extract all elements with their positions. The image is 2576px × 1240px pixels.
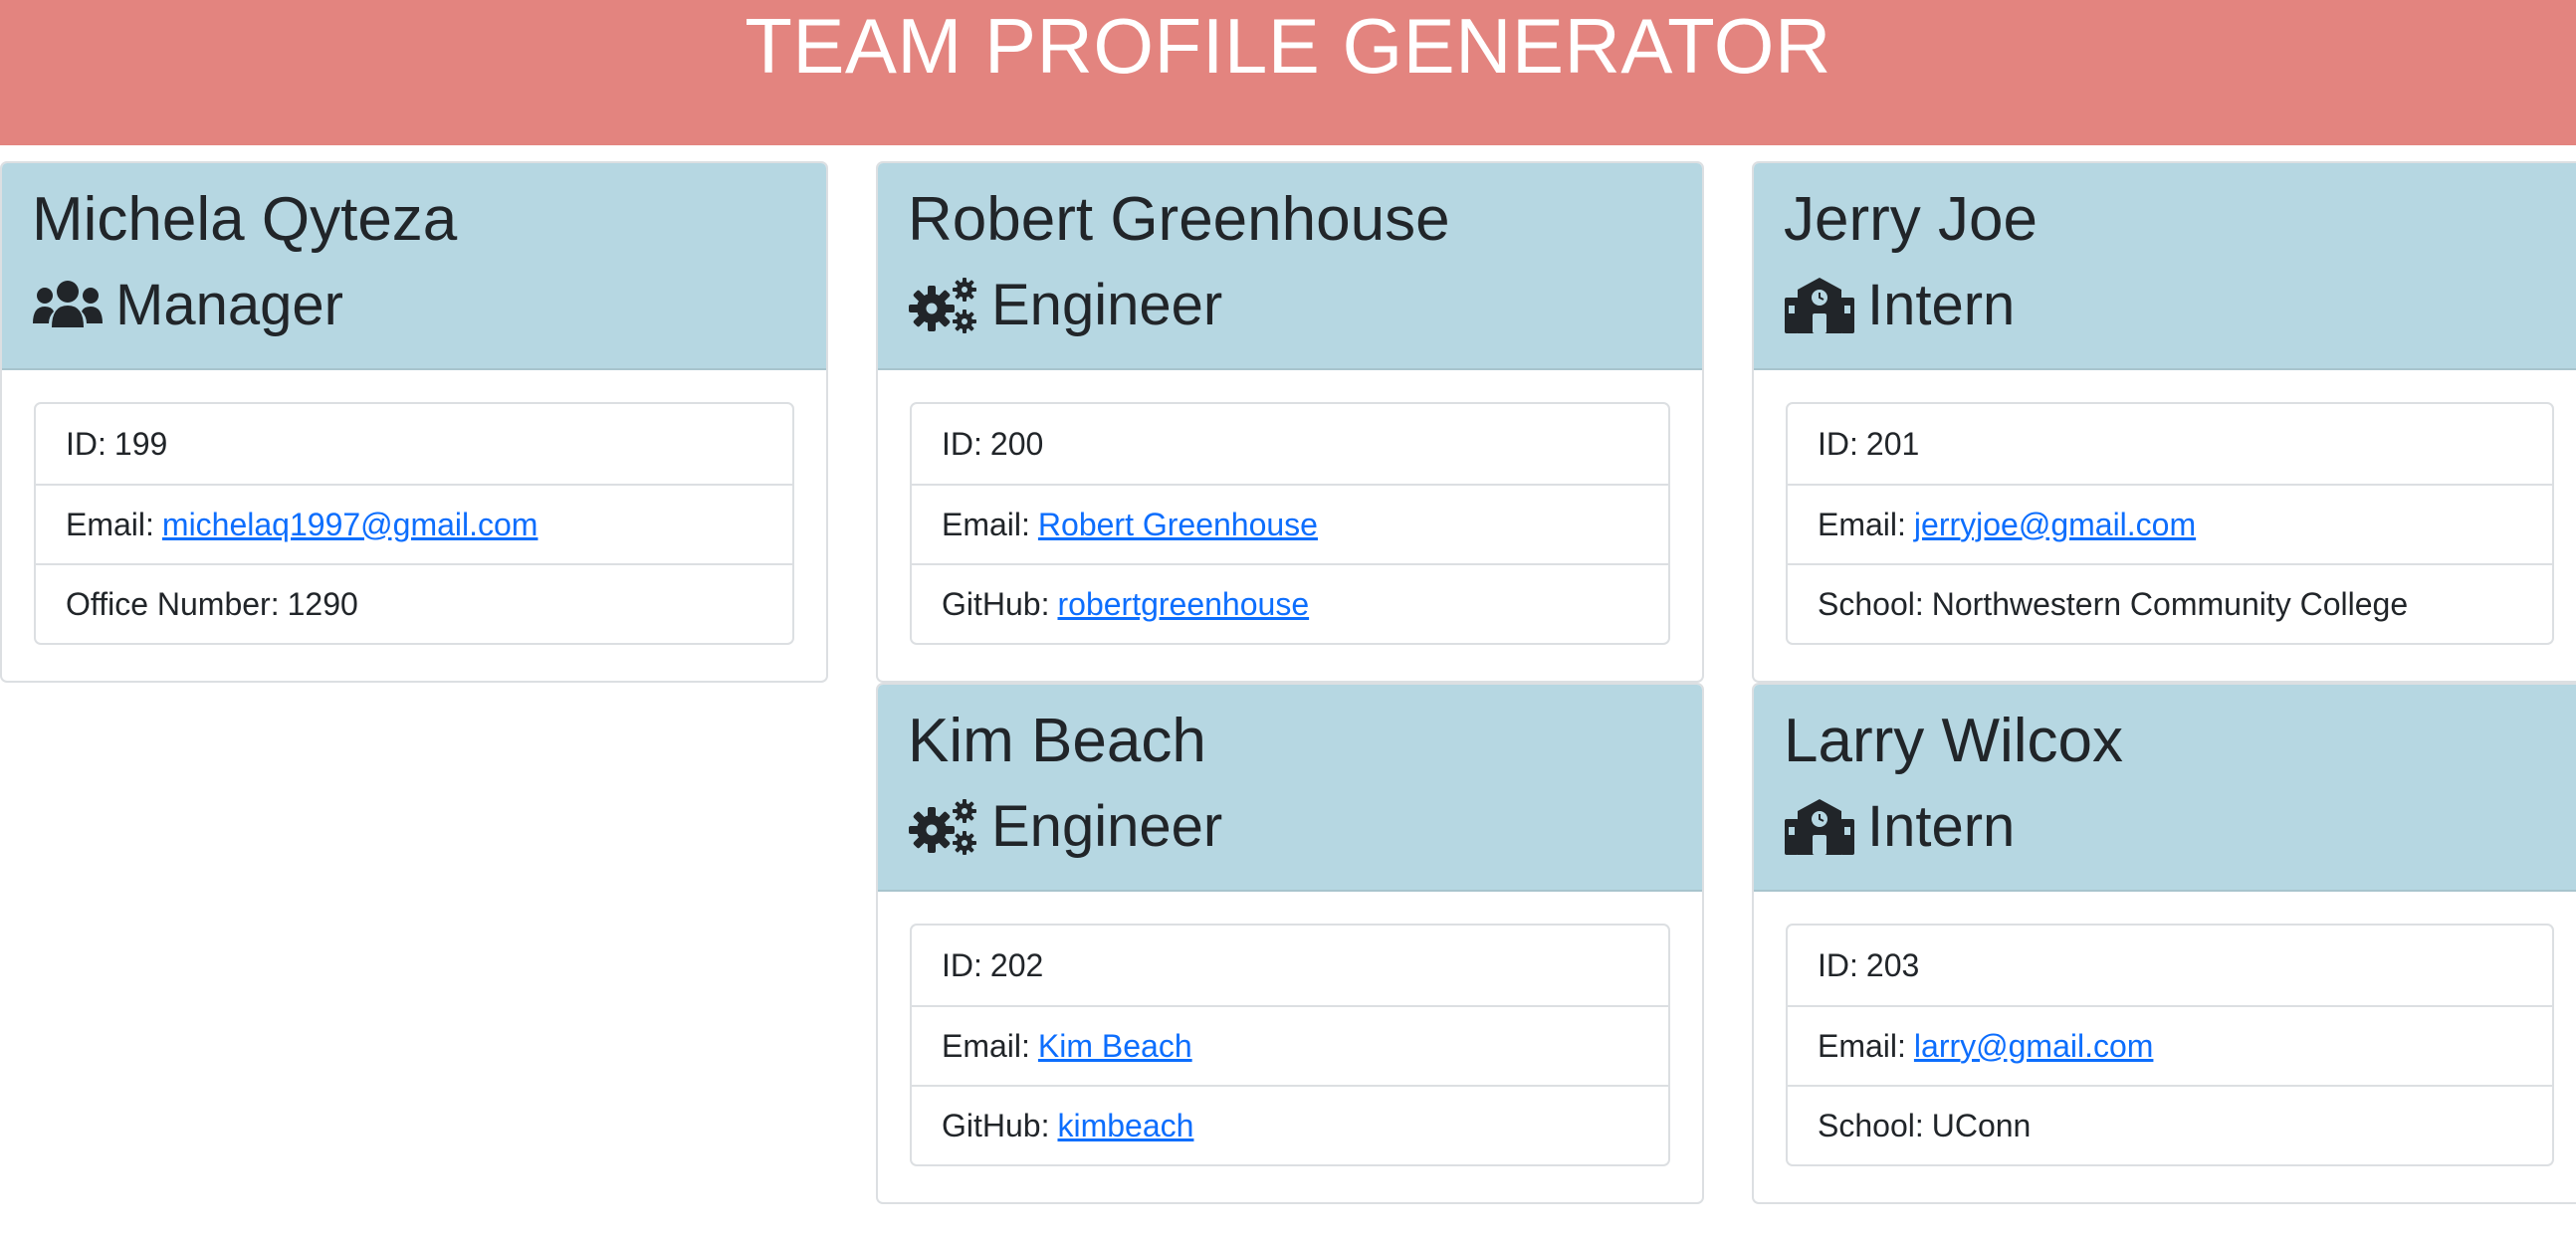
list-item-email: Email: jerryjoe@gmail.com bbox=[1788, 484, 2552, 563]
cogs-icon bbox=[908, 797, 979, 857]
role-label: Intern bbox=[1867, 273, 2016, 337]
list-item-github: GitHub: kimbeach bbox=[912, 1085, 1668, 1164]
card-body: ID: 203 Email: larry@gmail.com School: UCon… bbox=[1754, 892, 2576, 1198]
info-list: ID: 203 Email: larry@gmail.com School: UCon… bbox=[1786, 924, 2554, 1166]
card-body: ID: 199 Email: michelaq1997@gmail.com Offi… bbox=[2, 370, 826, 677]
email-link[interactable]: Robert Greenhouse bbox=[1038, 507, 1318, 543]
employee-name: Jerry Joe bbox=[1784, 185, 2038, 254]
employee-name: Kim Beach bbox=[908, 707, 1206, 775]
list-item-office-number: Office Number: 1290 bbox=[36, 563, 792, 643]
page-title: TEAM PROFILE GENERATOR bbox=[745, 2, 1831, 90]
list-item-id: ID: 199 bbox=[66, 425, 168, 462]
list-item-id: ID: 203 bbox=[1818, 946, 1920, 983]
info-list: ID: 199 Email: michelaq1997@gmail.com Offi… bbox=[34, 402, 794, 645]
github-link[interactable]: robertgreenhouse bbox=[1057, 586, 1309, 623]
employee-name: Larry Wilcox bbox=[1784, 707, 2124, 775]
list-item-email: Email: Robert Greenhouse bbox=[912, 484, 1668, 563]
list-item-email: Email: Kim Beach bbox=[912, 1005, 1668, 1085]
email-link[interactable]: jerryjoe@gmail.com bbox=[1914, 507, 2196, 543]
card-header: Kim Beach Engineer bbox=[878, 685, 1702, 892]
card-body: ID: 202 Email: Kim Beach GitHub: kimbeach bbox=[878, 892, 1702, 1198]
card-body: ID: 201 Email: jerryjoe@gmail.com School: N… bbox=[1754, 370, 2576, 677]
role-label: Manager bbox=[115, 273, 343, 337]
email-link[interactable]: larry@gmail.com bbox=[1914, 1028, 2154, 1065]
page-header: TEAM PROFILE GENERATOR bbox=[0, 0, 2576, 145]
employee-role: Intern bbox=[1784, 790, 2556, 864]
info-list: ID: 202 Email: Kim Beach GitHub: kimbeach bbox=[910, 924, 1670, 1166]
info-list: ID: 200 Email: Robert Greenhouse GitHub: ro… bbox=[910, 402, 1670, 645]
employee-role: Intern bbox=[1784, 269, 2556, 342]
employee-role: Manager bbox=[32, 269, 796, 342]
employee-role: Engineer bbox=[908, 790, 1672, 864]
role-label: Intern bbox=[1867, 794, 2016, 859]
email-link[interactable]: michelaq1997@gmail.com bbox=[162, 507, 538, 543]
list-item-github: GitHub: robertgreenhouse bbox=[912, 563, 1668, 643]
list-item-school: School: UConn bbox=[1788, 1085, 2552, 1164]
employee-name: Robert Greenhouse bbox=[908, 185, 1450, 254]
users-icon bbox=[32, 276, 104, 335]
employee-card-manager: Michela Qyteza Manager ID:199 Email:mi bbox=[0, 161, 828, 683]
list-item-id: ID: 202 bbox=[942, 946, 1044, 983]
card-header: Robert Greenhouse Engineer bbox=[878, 163, 1702, 370]
card-header: Michela Qyteza Manager bbox=[2, 163, 826, 370]
list-item-id: ID: 201 bbox=[1818, 425, 1920, 462]
info-list: ID: 201 Email: jerryjoe@gmail.com School: N… bbox=[1786, 402, 2554, 645]
role-label: Engineer bbox=[991, 273, 1223, 337]
employee-card-engineer: Kim Beach Engineer ID: 202 Email: Kim Be… bbox=[876, 683, 1704, 1204]
card-body: ID: 200 Email: Robert Greenhouse GitHub: ro… bbox=[878, 370, 1702, 677]
card-header: Jerry Joe Intern bbox=[1754, 163, 2576, 370]
employee-card-intern: Jerry Joe Intern ID: 201 Email: jerryjoe… bbox=[1752, 161, 2576, 683]
list-item-id: ID: 200 bbox=[942, 425, 1044, 462]
cogs-icon bbox=[908, 276, 979, 335]
email-link[interactable]: Kim Beach bbox=[1038, 1028, 1192, 1065]
employee-card-intern: Larry Wilcox Intern ID: 203 Email: larry… bbox=[1752, 683, 2576, 1204]
list-item-email: Email: michelaq1997@gmail.com bbox=[36, 484, 792, 563]
school-icon bbox=[1784, 797, 1855, 857]
card-header: Larry Wilcox Intern bbox=[1754, 685, 2576, 892]
list-item-school: School: Northwestern Community College bbox=[1788, 563, 2552, 643]
employee-card-engineer: Robert Greenhouse Engineer ID: 200 Email… bbox=[876, 161, 1704, 683]
github-link[interactable]: kimbeach bbox=[1057, 1108, 1193, 1144]
role-label: Engineer bbox=[991, 794, 1223, 859]
list-item-email: Email: larry@gmail.com bbox=[1788, 1005, 2552, 1085]
school-icon bbox=[1784, 276, 1855, 335]
employee-name: Michela Qyteza bbox=[32, 185, 458, 254]
employee-role: Engineer bbox=[908, 269, 1672, 342]
